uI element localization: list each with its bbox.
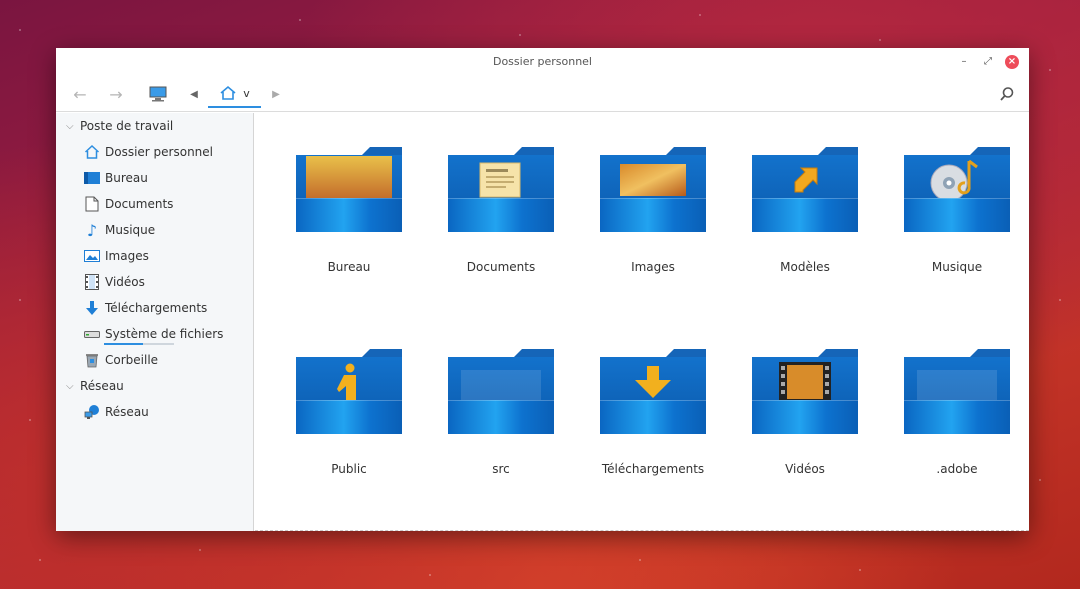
- folder-icon: [448, 147, 554, 232]
- breadcrumb-home[interactable]: v: [208, 80, 261, 108]
- folder-grid: Bureau Documents Images Modèles Musique …: [273, 147, 1033, 551]
- drive-icon: [83, 325, 101, 343]
- sidebar-item-telechargements[interactable]: Téléchargements: [56, 295, 253, 321]
- folder-label: Vidéos: [785, 462, 825, 476]
- minimize-icon[interactable]: –: [957, 55, 971, 69]
- search-icon[interactable]: [997, 84, 1017, 104]
- folder-icon: [600, 349, 706, 434]
- title-bar[interactable]: Dossier personnel – ⤢ ×: [56, 48, 1029, 76]
- file-manager-window: Dossier personnel – ⤢ × ← → ◀ v ▶ ⌵ Post…: [56, 48, 1029, 531]
- folder-label: Téléchargements: [601, 462, 705, 476]
- folder-tile-telechargements[interactable]: Téléchargements: [577, 349, 729, 551]
- folder-label: Documents: [466, 260, 536, 274]
- chevron-down-icon: ⌵: [66, 120, 74, 132]
- folder-tile-adobe[interactable]: .adobe: [881, 349, 1033, 551]
- forward-arrow-icon[interactable]: →: [106, 84, 126, 104]
- desktop-icon: [83, 169, 101, 187]
- sidebar-item-documents[interactable]: Documents: [56, 191, 253, 217]
- home-icon: [83, 143, 101, 161]
- film-icon: [83, 273, 101, 291]
- chevron-down-icon: ⌵: [66, 380, 74, 392]
- folder-icon: [600, 147, 706, 232]
- section-reseau[interactable]: ⌵ Réseau: [56, 373, 253, 399]
- window-controls: – ⤢ ×: [957, 48, 1019, 76]
- folder-tile-public[interactable]: Public: [273, 349, 425, 551]
- sidebar-item-dossier-personnel[interactable]: Dossier personnel: [56, 139, 253, 165]
- folder-tile-videos[interactable]: Vidéos: [729, 349, 881, 551]
- sidebar-item-corbeille[interactable]: Corbeille: [56, 347, 253, 373]
- breadcrumb-right-icon[interactable]: ▶: [270, 84, 282, 104]
- sidebar-item-systeme-de-fichiers[interactable]: Système de fichiers: [56, 321, 253, 347]
- section-poste-de-travail[interactable]: ⌵ Poste de travail: [56, 113, 253, 139]
- sidebar-item-bureau[interactable]: Bureau: [56, 165, 253, 191]
- image-icon: [83, 247, 101, 265]
- home-icon: [220, 85, 236, 100]
- folder-tile-images[interactable]: Images: [577, 147, 729, 349]
- folder-icon: [904, 349, 1010, 434]
- folder-label: Musique: [931, 260, 983, 274]
- sidebar: ⌵ Poste de travail Dossier personnel Bur…: [56, 113, 254, 531]
- folder-icon: [448, 349, 554, 434]
- toolbar: ← → ◀ v ▶: [56, 76, 1029, 112]
- folder-tile-documents[interactable]: Documents: [425, 147, 577, 349]
- trash-icon: [83, 351, 101, 369]
- folder-icon: [296, 147, 402, 232]
- folder-tile-musique[interactable]: Musique: [881, 147, 1033, 349]
- sidebar-item-images[interactable]: Images: [56, 243, 253, 269]
- disk-usage-bar: [104, 343, 174, 345]
- folder-label: Public: [331, 462, 367, 476]
- breadcrumb-label: v: [243, 86, 250, 100]
- network-icon: [83, 403, 101, 421]
- folder-icon: [752, 349, 858, 434]
- folder-tile-bureau[interactable]: Bureau: [273, 147, 425, 349]
- folder-view: Bureau Documents Images Modèles Musique …: [255, 113, 1029, 531]
- view-bottom-divider: [255, 530, 1029, 531]
- folder-label: src: [492, 462, 510, 476]
- folder-tile-modeles[interactable]: Modèles: [729, 147, 881, 349]
- document-icon: [83, 195, 101, 213]
- sidebar-item-reseau[interactable]: Réseau: [56, 399, 253, 425]
- folder-label: Bureau: [327, 260, 371, 274]
- download-arrow-icon: [83, 299, 101, 317]
- close-icon[interactable]: ×: [1005, 55, 1019, 69]
- music-note-icon: ♪: [86, 220, 98, 240]
- folder-icon: [752, 147, 858, 232]
- breadcrumb-left-icon[interactable]: ◀: [188, 84, 200, 104]
- folder-icon: [296, 349, 402, 434]
- folder-label: Images: [631, 260, 675, 274]
- maximize-icon[interactable]: ⤢: [981, 55, 995, 69]
- sidebar-item-musique[interactable]: ♪ Musique: [56, 217, 253, 243]
- folder-label: Modèles: [780, 260, 830, 274]
- window-title: Dossier personnel: [492, 55, 592, 68]
- folder-icon: [904, 147, 1010, 232]
- computer-icon[interactable]: [148, 84, 168, 104]
- sidebar-item-videos[interactable]: Vidéos: [56, 269, 253, 295]
- back-arrow-icon[interactable]: ←: [70, 84, 90, 104]
- folder-label: .adobe: [936, 462, 978, 476]
- folder-tile-src[interactable]: src: [425, 349, 577, 551]
